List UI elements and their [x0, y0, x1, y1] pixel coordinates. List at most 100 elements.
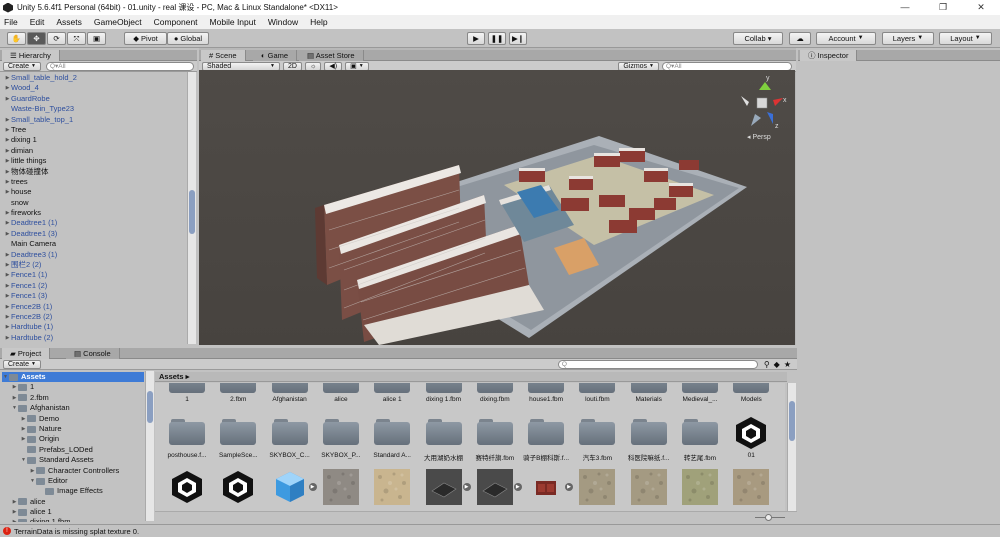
asset-label[interactable]: Medieval_...	[676, 396, 724, 403]
asset-label[interactable]: Afghanistan	[266, 396, 314, 403]
project-folder-row[interactable]: ▼ Assets	[2, 372, 144, 383]
minimize-icon[interactable]: —	[886, 0, 924, 15]
asset-folder-icon[interactable]	[169, 419, 205, 445]
project-folder-row[interactable]: ▼ Editor	[2, 476, 144, 486]
hierarchy-row[interactable]: ▶ trees	[4, 177, 186, 187]
tab-asset-store[interactable]: ▤ Asset Store	[299, 50, 364, 61]
asset-label[interactable]: posthouse.f...	[163, 452, 211, 459]
orientation-gizmo[interactable]: y x z ◂ Persp	[741, 75, 787, 141]
asset-label[interactable]: SampleSce...	[214, 452, 262, 459]
expand-arrow-icon[interactable]: ▶	[11, 517, 18, 522]
hierarchy-row[interactable]: snow	[4, 198, 186, 208]
asset-label[interactable]: 01	[727, 452, 775, 459]
asset-label[interactable]: 1	[163, 396, 211, 403]
asset-label[interactable]: dixing 1.fbm	[420, 396, 468, 403]
asset-label[interactable]: 汽车3.fbm	[573, 452, 621, 462]
project-tree-scrollbar[interactable]	[145, 371, 154, 521]
asset-folder-icon[interactable]	[528, 383, 565, 393]
project-folder-row[interactable]: ▶ 1	[2, 382, 144, 392]
unity-scene-icon[interactable]	[220, 469, 256, 505]
rect-tool-button[interactable]: ▣	[87, 32, 106, 45]
expand-arrow-icon[interactable]: ▼	[2, 372, 9, 382]
asset-folder-icon[interactable]	[169, 383, 205, 393]
filter-label-icon[interactable]: ◆	[774, 360, 780, 369]
gravel-texture-thumbnail[interactable]	[322, 469, 359, 505]
asset-folder-icon[interactable]	[220, 383, 257, 393]
project-folder-row[interactable]: ▼ Afghanistan	[2, 403, 144, 413]
project-folder-row[interactable]: ▶ 2.fbm	[2, 393, 144, 403]
scrollbar-thumb[interactable]	[189, 190, 195, 234]
maximize-icon[interactable]: ❐	[924, 0, 962, 15]
asset-folder-icon[interactable]	[322, 383, 359, 393]
tab-console[interactable]: ▤ Console	[66, 348, 120, 359]
expand-arrow-icon[interactable]: ▶	[4, 281, 11, 291]
dirt-texture-thumbnail[interactable]	[630, 469, 667, 505]
expand-arrow-icon[interactable]: ▶	[4, 291, 11, 301]
asset-label[interactable]: alice	[317, 396, 365, 403]
asset-label[interactable]: dixing.fbm	[471, 396, 519, 403]
dirt-texture-thumbnail[interactable]	[579, 469, 616, 505]
asset-folder-icon[interactable]	[579, 383, 616, 393]
project-create-button[interactable]: Create ▼	[3, 359, 41, 369]
favorite-star-icon[interactable]: ★	[784, 360, 791, 369]
expand-arrow-icon[interactable]: ▶	[4, 270, 11, 280]
model-prefab-thumbnail[interactable]	[476, 469, 513, 505]
global-toggle[interactable]: ● Global	[167, 32, 209, 45]
asset-label[interactable]: 2.fbm	[214, 396, 262, 403]
asset-label[interactable]: 科医院嘛纸.f...	[625, 452, 673, 462]
asset-folder-icon[interactable]	[425, 419, 462, 445]
expand-arrow-icon[interactable]: ▶	[11, 497, 18, 507]
asset-label[interactable]: Models	[727, 396, 775, 403]
expand-prefab-icon[interactable]: ▶	[308, 483, 317, 491]
layers-dropdown[interactable]: Layers ▼	[882, 32, 934, 45]
menu-gameobject[interactable]: GameObject	[94, 17, 142, 27]
hierarchy-row[interactable]: ▶ 物体碰撞体	[4, 167, 186, 177]
asset-label[interactable]: 赛特纤旗.fbm	[471, 452, 519, 462]
play-button[interactable]: ▶	[467, 32, 485, 45]
tab-inspector[interactable]: ⓘ Inspector	[800, 50, 858, 61]
expand-arrow-icon[interactable]: ▶	[4, 146, 11, 156]
hierarchy-row[interactable]: ▶ Hardtube (1)	[4, 322, 186, 332]
layout-dropdown[interactable]: Layout ▼	[939, 32, 992, 45]
expand-prefab-icon[interactable]: ▶	[513, 483, 522, 491]
expand-arrow-icon[interactable]: ▶	[11, 507, 18, 517]
stone-texture-thumbnail[interactable]	[374, 469, 411, 505]
asset-folder-icon[interactable]	[476, 383, 513, 393]
asset-label[interactable]: SKYBOX_P...	[317, 452, 365, 459]
expand-arrow-icon[interactable]: ▶	[4, 187, 11, 197]
expand-arrow-icon[interactable]: ▶	[4, 218, 11, 228]
unity-scene-icon[interactable]	[733, 415, 769, 451]
asset-folder-icon[interactable]	[682, 419, 718, 445]
expand-arrow-icon[interactable]: ▶	[4, 302, 11, 312]
hierarchy-row[interactable]: ▶ Small_table_hold_2	[4, 73, 186, 83]
expand-arrow-icon[interactable]: ▼	[20, 455, 27, 465]
asset-folder-icon[interactable]	[220, 419, 257, 445]
pause-button[interactable]: ❚❚	[488, 32, 506, 45]
unity-scene-icon[interactable]	[169, 469, 205, 505]
expand-arrow-icon[interactable]: ▶	[4, 260, 11, 270]
scrollbar-thumb[interactable]	[147, 391, 153, 423]
asset-folder-icon[interactable]	[425, 383, 462, 393]
asset-folder-icon[interactable]	[579, 419, 616, 445]
scene-viewport[interactable]: y x z ◂ Persp	[199, 70, 795, 345]
asset-folder-icon[interactable]	[322, 419, 359, 445]
asset-label[interactable]: 骑子B棚科斯.f...	[522, 452, 570, 462]
hierarchy-row[interactable]: ▶ Fence1 (2)	[4, 281, 186, 291]
hierarchy-row[interactable]: ▶ Deadtree1 (1)	[4, 218, 186, 228]
expand-arrow-icon[interactable]: ▶	[4, 322, 11, 332]
hierarchy-row[interactable]: ▶ Hardtube (2)	[4, 333, 186, 343]
menu-assets[interactable]: Assets	[56, 17, 82, 27]
prefab-cube-icon[interactable]	[272, 469, 308, 505]
cabinet-model-thumbnail[interactable]	[528, 469, 565, 505]
tab-hierarchy[interactable]: ☰ Hierarchy	[2, 50, 60, 61]
asset-folder-icon[interactable]	[682, 383, 718, 393]
project-folder-row[interactable]: ▶ Nature	[2, 424, 144, 434]
asset-grid-scrollbar[interactable]	[787, 383, 796, 511]
hierarchy-row[interactable]: ▶ Fence2B (2)	[4, 312, 186, 322]
asset-folder-icon[interactable]	[271, 419, 308, 445]
project-folder-row[interactable]: ▶ alice 1	[2, 507, 144, 517]
close-icon[interactable]: ✕	[962, 0, 1000, 15]
hierarchy-row[interactable]: ▶ GuardRobe	[4, 94, 186, 104]
expand-arrow-icon[interactable]: ▼	[29, 476, 36, 486]
asset-label[interactable]: alice 1	[368, 396, 416, 403]
